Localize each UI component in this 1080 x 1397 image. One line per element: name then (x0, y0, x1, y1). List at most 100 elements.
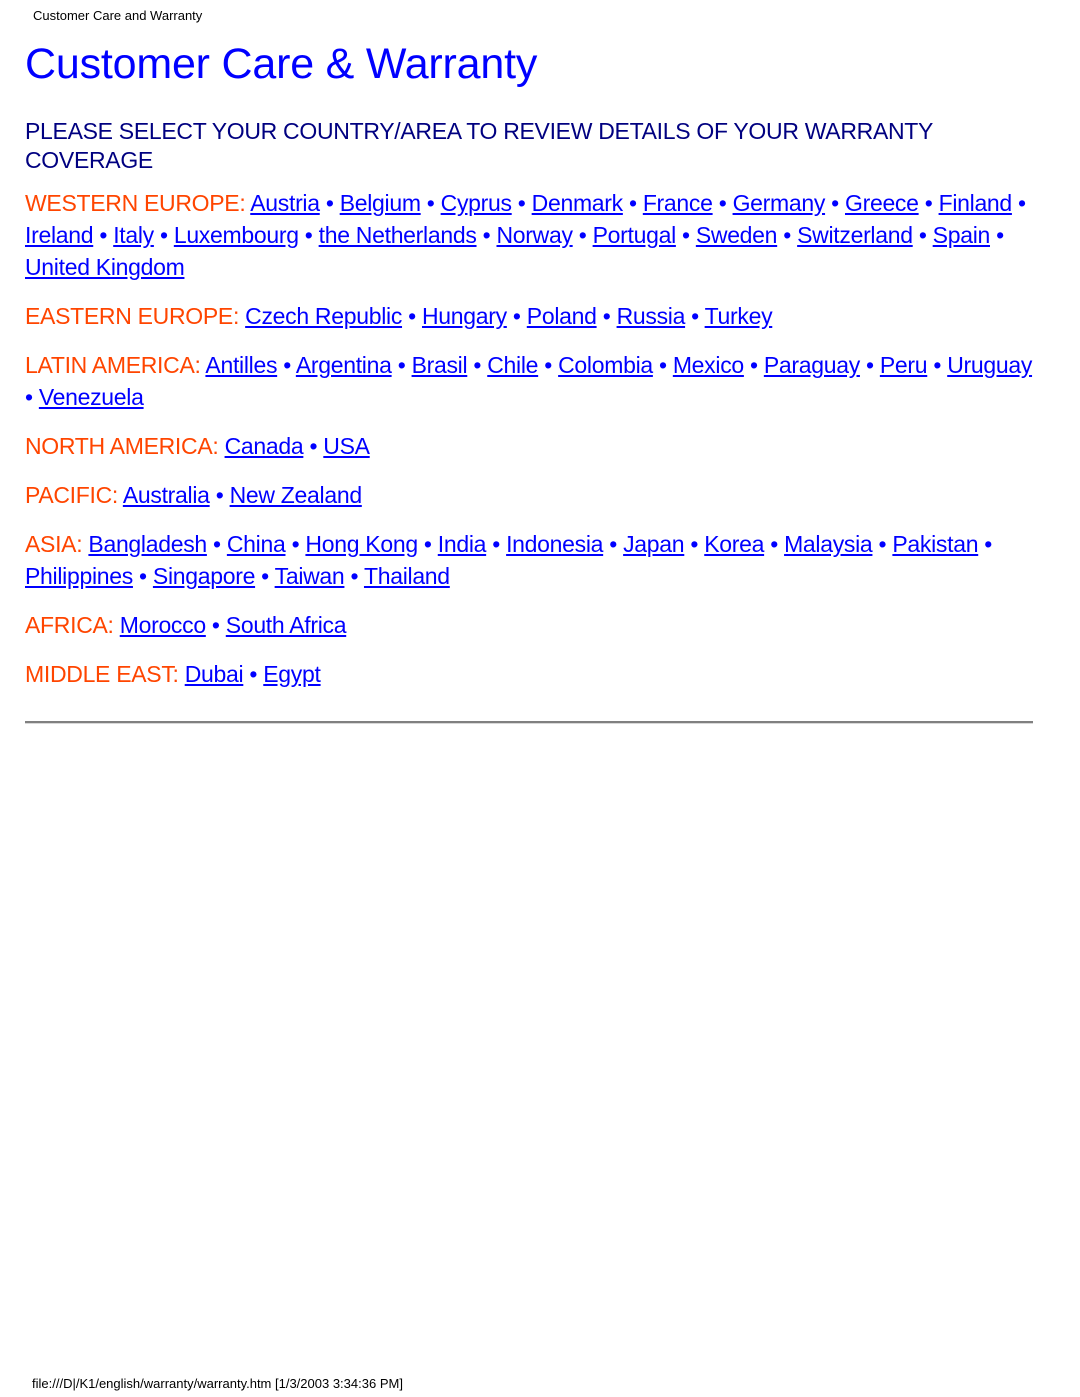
country-link-denmark[interactable]: Denmark (532, 190, 624, 216)
bullet-separator: • (996, 222, 1004, 248)
country-link-philippines[interactable]: Philippines (25, 563, 133, 589)
bullet-separator: • (512, 303, 521, 329)
country-link-sweden[interactable]: Sweden (696, 222, 778, 248)
region-label: LATIN AMERICA: (25, 352, 201, 378)
bullet-separator: • (350, 563, 359, 589)
bullet-separator: • (408, 303, 416, 329)
main-content: PLEASE SELECT YOUR COUNTRY/AREA TO REVIE… (25, 117, 1040, 707)
country-link-singapore[interactable]: Singapore (153, 563, 255, 589)
bullet-separator: • (691, 303, 699, 329)
country-link-austria[interactable]: Austria (250, 190, 320, 216)
country-link-the-netherlands[interactable]: the Netherlands (319, 222, 477, 248)
bullet-separator: • (658, 352, 667, 378)
country-link-china[interactable]: China (227, 531, 286, 557)
country-link-korea[interactable]: Korea (704, 531, 764, 557)
bullet-separator: • (99, 222, 108, 248)
country-link-dubai[interactable]: Dubai (185, 661, 244, 687)
country-link-antilles[interactable]: Antilles (205, 352, 277, 378)
print-footer-path: file:///D|/K1/english/warranty/warranty.… (32, 1376, 403, 1391)
bullet-separator: • (304, 222, 313, 248)
country-link-belgium[interactable]: Belgium (340, 190, 421, 216)
region-label: NORTH AMERICA: (25, 433, 219, 459)
country-link-russia[interactable]: Russia (617, 303, 686, 329)
country-link-poland[interactable]: Poland (527, 303, 597, 329)
country-link-new-zealand[interactable]: New Zealand (230, 482, 363, 508)
country-link-venezuela[interactable]: Venezuela (39, 384, 144, 410)
country-link-germany[interactable]: Germany (733, 190, 826, 216)
country-link-greece[interactable]: Greece (845, 190, 919, 216)
bullet-separator: • (681, 222, 690, 248)
country-link-chile[interactable]: Chile (487, 352, 538, 378)
country-link-argentina[interactable]: Argentina (296, 352, 392, 378)
region-label: MIDDLE EAST: (25, 661, 179, 687)
country-link-peru[interactable]: Peru (880, 352, 928, 378)
bullet-separator: • (628, 190, 637, 216)
country-link-ireland[interactable]: Ireland (25, 222, 94, 248)
country-link-uruguay[interactable]: Uruguay (947, 352, 1032, 378)
region-asia: ASIA: Bangladesh • China • Hong Kong • I… (25, 528, 1040, 592)
country-link-switzerland[interactable]: Switzerland (797, 222, 913, 248)
country-link-south-africa[interactable]: South Africa (226, 612, 347, 638)
country-link-portugal[interactable]: Portugal (593, 222, 677, 248)
bullet-separator: • (984, 531, 993, 557)
region-latin-america: LATIN AMERICA: Antilles • Argentina • Br… (25, 349, 1040, 413)
country-link-taiwan[interactable]: Taiwan (275, 563, 345, 589)
bullet-separator: • (249, 661, 258, 687)
country-link-luxembourg[interactable]: Luxembourg (174, 222, 299, 248)
region-list: WESTERN EUROPE: Austria • Belgium • Cypr… (25, 187, 1040, 690)
country-link-japan[interactable]: Japan (623, 531, 684, 557)
country-link-spain[interactable]: Spain (933, 222, 991, 248)
country-link-finland[interactable]: Finland (939, 190, 1013, 216)
country-select-instructions: PLEASE SELECT YOUR COUNTRY/AREA TO REVIE… (25, 118, 933, 173)
country-link-colombia[interactable]: Colombia (558, 352, 653, 378)
page-title: Customer Care & Warranty (25, 40, 538, 88)
region-label: WESTERN EUROPE: (25, 190, 246, 216)
horizontal-divider (25, 721, 1033, 724)
country-link-pakistan[interactable]: Pakistan (892, 531, 978, 557)
country-link-australia[interactable]: Australia (123, 482, 210, 508)
bullet-separator: • (544, 352, 553, 378)
bullet-separator: • (578, 222, 587, 248)
country-link-hong-kong[interactable]: Hong Kong (305, 531, 418, 557)
country-link-norway[interactable]: Norway (496, 222, 572, 248)
bullet-separator: • (213, 531, 221, 557)
bullet-separator: • (933, 352, 942, 378)
country-link-turkey[interactable]: Turkey (705, 303, 773, 329)
country-link-czech-republic[interactable]: Czech Republic (245, 303, 402, 329)
country-link-mexico[interactable]: Mexico (673, 352, 744, 378)
country-link-egypt[interactable]: Egypt (263, 661, 321, 687)
country-link-cyprus[interactable]: Cyprus (441, 190, 512, 216)
country-link-indonesia[interactable]: Indonesia (506, 531, 603, 557)
country-link-france[interactable]: France (643, 190, 713, 216)
bullet-separator: • (309, 433, 318, 459)
country-link-thailand[interactable]: Thailand (364, 563, 450, 589)
bullet-separator: • (602, 303, 611, 329)
bullet-separator: • (690, 531, 699, 557)
bullet-separator: • (918, 222, 927, 248)
region-pacific: PACIFIC: Australia • New Zealand (25, 479, 1040, 511)
country-link-italy[interactable]: Italy (113, 222, 154, 248)
country-link-hungary[interactable]: Hungary (422, 303, 507, 329)
bullet-separator: • (783, 222, 792, 248)
country-link-paraguay[interactable]: Paraguay (764, 352, 860, 378)
country-link-brasil[interactable]: Brasil (412, 352, 468, 378)
country-link-united-kingdom[interactable]: United Kingdom (25, 254, 185, 280)
bullet-separator: • (718, 190, 727, 216)
bullet-separator: • (325, 190, 334, 216)
region-label: EASTERN EUROPE: (25, 303, 240, 329)
country-link-bangladesh[interactable]: Bangladesh (88, 531, 207, 557)
country-link-india[interactable]: India (438, 531, 487, 557)
bullet-separator: • (159, 222, 168, 248)
region-western-europe: WESTERN EUROPE: Austria • Belgium • Cypr… (25, 187, 1040, 283)
bullet-separator: • (139, 563, 147, 589)
country-link-morocco[interactable]: Morocco (120, 612, 206, 638)
country-link-usa[interactable]: USA (323, 433, 370, 459)
print-header-title: Customer Care and Warranty (33, 8, 203, 23)
bullet-separator: • (482, 222, 491, 248)
bullet-separator: • (397, 352, 406, 378)
region-north-america: NORTH AMERICA: Canada • USA (25, 430, 1040, 462)
country-link-canada[interactable]: Canada (225, 433, 304, 459)
bullet-separator: • (770, 531, 778, 557)
region-label: PACIFIC: (25, 482, 119, 508)
country-link-malaysia[interactable]: Malaysia (784, 531, 873, 557)
